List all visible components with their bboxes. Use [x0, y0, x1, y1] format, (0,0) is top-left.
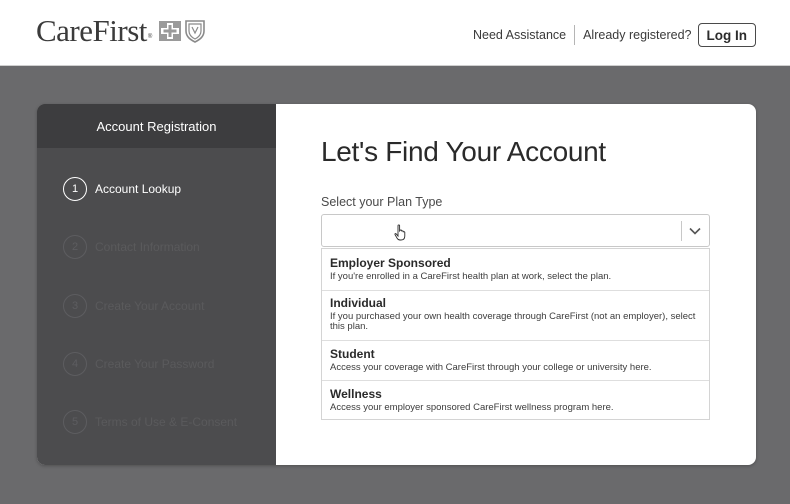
- header-nav: Need Assistance Already registered? Log …: [473, 23, 756, 47]
- option-title: Student: [330, 347, 375, 361]
- option-student[interactable]: Student Access your coverage with CareFi…: [322, 347, 709, 373]
- step-number: 5: [63, 410, 87, 434]
- step-label: Contact Information: [95, 240, 200, 254]
- step-number: 4: [63, 352, 87, 376]
- option-description: Access your coverage with CareFirst thro…: [330, 362, 652, 373]
- logo-wordmark: CareFirst: [36, 13, 147, 48]
- option-description: If you're enrolled in a CareFirst health…: [330, 271, 612, 282]
- option-title: Wellness: [330, 387, 382, 401]
- option-divider: [322, 340, 709, 341]
- select-divider: [681, 221, 682, 241]
- step-label: Create Your Account: [95, 299, 205, 313]
- step-create-account: 3 Create Your Account: [63, 294, 204, 318]
- step-create-password: 4 Create Your Password: [63, 352, 214, 376]
- logo-marks: [158, 19, 206, 43]
- site-header: CareFirst ® Need Assistance Already regi…: [0, 0, 790, 66]
- option-divider: [322, 380, 709, 381]
- step-label: Account Lookup: [95, 182, 182, 196]
- step-label: Create Your Password: [95, 357, 215, 371]
- registration-sidebar: Account Registration 1 Account Lookup 2 …: [37, 104, 276, 465]
- step-terms-of-use: 5 Terms of Use & E-Consent: [63, 410, 237, 434]
- option-title: Employer Sponsored: [330, 256, 451, 270]
- plan-type-label: Select your Plan Type: [321, 195, 443, 209]
- login-button[interactable]: Log In: [697, 23, 756, 47]
- step-contact-information: 2 Contact Information: [63, 235, 200, 259]
- option-divider: [322, 290, 709, 291]
- carefirst-logo[interactable]: CareFirst ®: [36, 13, 206, 48]
- plan-type-dropdown: Employer Sponsored If you're enrolled in…: [321, 248, 710, 420]
- page-title: Let's Find Your Account: [321, 136, 606, 167]
- cross-logo-icon: [159, 21, 182, 41]
- option-wellness[interactable]: Wellness Access your employer sponsored …: [322, 387, 709, 413]
- shield-logo-icon: [185, 20, 206, 43]
- option-description: If you purchased your own health coverag…: [330, 311, 696, 332]
- sidebar-title: Account Registration: [37, 104, 276, 148]
- nav-divider: [574, 25, 576, 45]
- hand-cursor-icon: [394, 224, 406, 241]
- option-individual[interactable]: Individual If you purchased your own hea…: [322, 296, 709, 332]
- option-employer-sponsored[interactable]: Employer Sponsored If you're enrolled in…: [322, 256, 709, 282]
- step-account-lookup[interactable]: 1 Account Lookup: [63, 177, 181, 201]
- option-description: Access your employer sponsored CareFirst…: [330, 402, 614, 413]
- step-number: 3: [63, 294, 87, 318]
- step-number: 2: [63, 235, 87, 259]
- step-number: 1: [63, 177, 87, 201]
- logo-trademark: ®: [147, 34, 153, 40]
- need-assistance-link[interactable]: Need Assistance: [473, 28, 566, 42]
- chevron-down-icon[interactable]: [687, 223, 703, 239]
- option-title: Individual: [330, 296, 387, 310]
- already-registered-text: Already registered?: [583, 28, 692, 42]
- plan-type-select[interactable]: [321, 214, 710, 247]
- step-label: Terms of Use & E-Consent: [95, 415, 238, 429]
- main-panel: Let's Find Your Account Select your Plan…: [276, 104, 756, 465]
- registration-card: Account Registration 1 Account Lookup 2 …: [37, 104, 756, 465]
